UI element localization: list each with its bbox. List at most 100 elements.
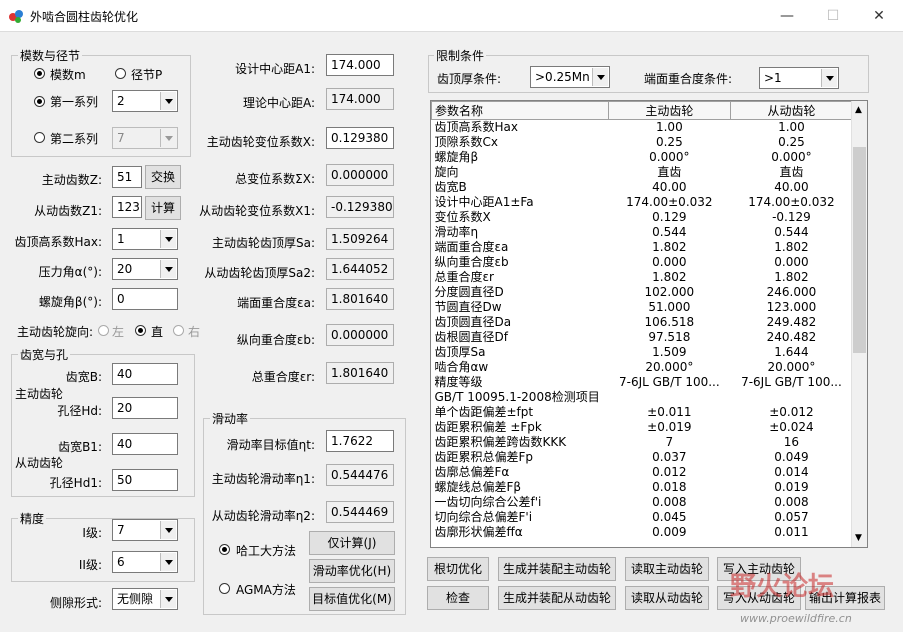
slide-opt-button[interactable]: 滑动率优化(H) [309,559,395,583]
table-row[interactable]: 滑动率η 0.544 0.544 [432,225,853,240]
table-row[interactable]: 齿根圆直径Df 97.518 240.482 [432,330,853,345]
radio-dir-straight[interactable] [135,325,146,336]
column-header-driver[interactable]: 主动齿轮 [607,101,731,120]
z1-input[interactable]: 123 [112,196,142,218]
table-row[interactable]: 齿顶高系数Hax 1.00 1.00 [432,120,853,136]
read-driver-button[interactable]: 读取主动齿轮 [625,557,709,581]
hd-input[interactable]: 20 [112,397,178,419]
param-name-cell: 齿距累积偏差跨齿数KKK [434,435,567,449]
driver-value-cell: 106.518 [644,315,695,329]
radio-method-agma[interactable] [219,583,230,594]
calc-only-button[interactable]: 仅计算(J) [309,531,395,555]
check-button[interactable]: 检查 [427,586,489,610]
gen-driver-button[interactable]: 生成并装配主动齿轮 [498,557,616,581]
radio-method-harbin[interactable] [219,544,230,555]
table-row[interactable]: 齿宽B 40.00 40.00 [432,180,853,195]
table-scrollbar[interactable]: ▲ ▼ [851,101,867,547]
table-row[interactable]: 节圆直径Dw 51.000 123.000 [432,300,853,315]
table-row[interactable]: 顶隙系数Cx 0.25 0.25 [432,135,853,150]
driven-value-cell: 直齿 [779,165,804,179]
calc-button[interactable]: 计算 [145,196,181,220]
column-header-param[interactable]: 参数名称 [431,101,609,120]
column-header-driven[interactable]: 从动齿轮 [729,101,854,120]
x-input[interactable]: 0.129380 [326,127,394,149]
close-button[interactable]: ✕ [856,0,902,32]
n1-label: 主动齿轮滑动率η1: [211,472,315,486]
alpha-select[interactable]: 20 [112,258,178,280]
radio-module[interactable] [34,68,45,79]
gen-driven-button[interactable]: 生成并装配从动齿轮 [498,586,616,610]
target-input[interactable]: 1.7622 [326,430,394,452]
table-row[interactable]: 螺旋角β 0.000° 0.000° [432,150,853,165]
table-row[interactable]: 齿距累积偏差 ±Fpk ±0.019 ±0.024 [432,420,853,435]
driven-value-cell: -0.129 [772,210,811,224]
radio-dir-right[interactable] [173,325,184,336]
table-row[interactable]: 齿距累积总偏差Fp 0.037 0.049 [432,450,853,465]
maximize-button[interactable]: ☐ [810,0,856,32]
table-row[interactable]: 齿廓形状偏差ffα 0.009 0.011 [432,525,853,540]
radio-dir-left[interactable] [98,325,109,336]
target-opt-button[interactable]: 目标值优化(M) [309,587,395,611]
table-row[interactable]: GB/T 10095.1-2008检测项目 [432,390,853,405]
driven-value-cell: 0.014 [774,465,809,479]
table-row[interactable]: 纵向重合度εb 0.000 0.000 [432,255,853,270]
table-row[interactable]: 总重合度εr 1.802 1.802 [432,270,853,285]
overlap-select[interactable]: >1 [759,67,839,89]
param-name-cell: 齿距累积总偏差Fp [434,450,534,464]
param-name-cell: 顶隙系数Cx [434,135,498,149]
n2-label: 从动齿轮滑动率η2: [211,509,315,523]
driven-value-cell: 1.644 [774,345,809,359]
scroll-thumb[interactable] [853,147,866,353]
radio-pitch[interactable] [115,68,126,79]
param-name-cell: 齿顶高系数Hax [434,120,518,134]
driver-value-cell: 0.009 [652,525,687,539]
root-cut-button[interactable]: 根切优化 [427,557,489,581]
table-row[interactable]: 一齿切向综合公差f'i 0.008 0.008 [432,495,853,510]
table-row[interactable]: 变位系数X 0.129 -0.129 [432,210,853,225]
table-row[interactable]: 啮合角αw 20.000° 20.000° [432,360,853,375]
table-row[interactable]: 齿距累积偏差跨齿数KKK 7 16 [432,435,853,450]
results-table[interactable]: 参数名称 主动齿轮 从动齿轮 齿顶高系数Hax 1.00 1.00 顶隙系数Cx 0.2… [430,100,868,548]
read-driven-button[interactable]: 读取从动齿轮 [625,586,709,610]
b-input[interactable]: 40 [112,363,178,385]
driver-label: 主动齿轮 [15,387,64,401]
series1-select[interactable]: 2 [112,90,178,112]
table-row[interactable]: 设计中心距A1±Fa 174.00±0.032 174.00±0.032 [432,195,853,210]
driver-value-cell: 0.25 [655,135,683,149]
beta-input[interactable]: 0 [112,288,178,310]
hax-select[interactable]: 1 [112,228,178,250]
z-input[interactable]: 51 [112,166,142,188]
minimize-button[interactable]: — [764,0,810,32]
table-row[interactable]: 单个齿距偏差±fpt ±0.011 ±0.012 [432,405,853,420]
table-row[interactable]: 旋向 直齿 直齿 [432,165,853,180]
table-row[interactable]: 螺旋线总偏差Fβ 0.018 0.019 [432,480,853,495]
driven-value-cell: 0.049 [774,450,809,464]
a-value: 174.000 [326,88,394,110]
scroll-up-arrow[interactable]: ▲ [855,105,862,115]
i-select[interactable]: 7 [112,519,178,541]
table-row[interactable]: 齿廓总偏差Fα 0.012 0.014 [432,465,853,480]
flank-select[interactable]: 无侧隙 [112,588,178,610]
table-row[interactable]: 齿顶厚Sa 1.509 1.644 [432,345,853,360]
swap-button[interactable]: 交换 [145,165,181,189]
table-row[interactable]: 精度等级 7-6JL GB/T 100... 7-6JL GB/T 100... [432,375,853,390]
scroll-down-arrow[interactable]: ▼ [855,533,862,543]
ii-select[interactable]: 6 [112,551,178,573]
radio-series2[interactable] [34,132,45,143]
radio-series1[interactable] [34,96,45,107]
driver-value-cell [608,390,730,405]
table-row[interactable]: 切向综合总偏差F'i 0.045 0.057 [432,510,853,525]
table-row[interactable]: 端面重合度εa 1.802 1.802 [432,240,853,255]
a1-input[interactable]: 174.000 [326,54,394,76]
b1-input[interactable]: 40 [112,433,178,455]
table-row[interactable]: 齿顶圆直径Da 106.518 249.482 [432,315,853,330]
table-row[interactable]: 分度圆直径D 102.000 246.000 [432,285,853,300]
driver-value-cell: 40.00 [652,180,687,194]
dir-straight-label: 直 [151,325,164,339]
driven-value-cell: 0.000° [771,150,812,164]
hd1-input[interactable]: 50 [112,469,178,491]
driver-value-cell: 7-6JL GB/T 100... [618,375,720,389]
width-group-legend: 齿宽与孔 [18,346,71,363]
top-thick-select[interactable]: >0.25Mn [530,66,610,88]
method-harbin-label: 哈工大方法 [236,544,297,558]
